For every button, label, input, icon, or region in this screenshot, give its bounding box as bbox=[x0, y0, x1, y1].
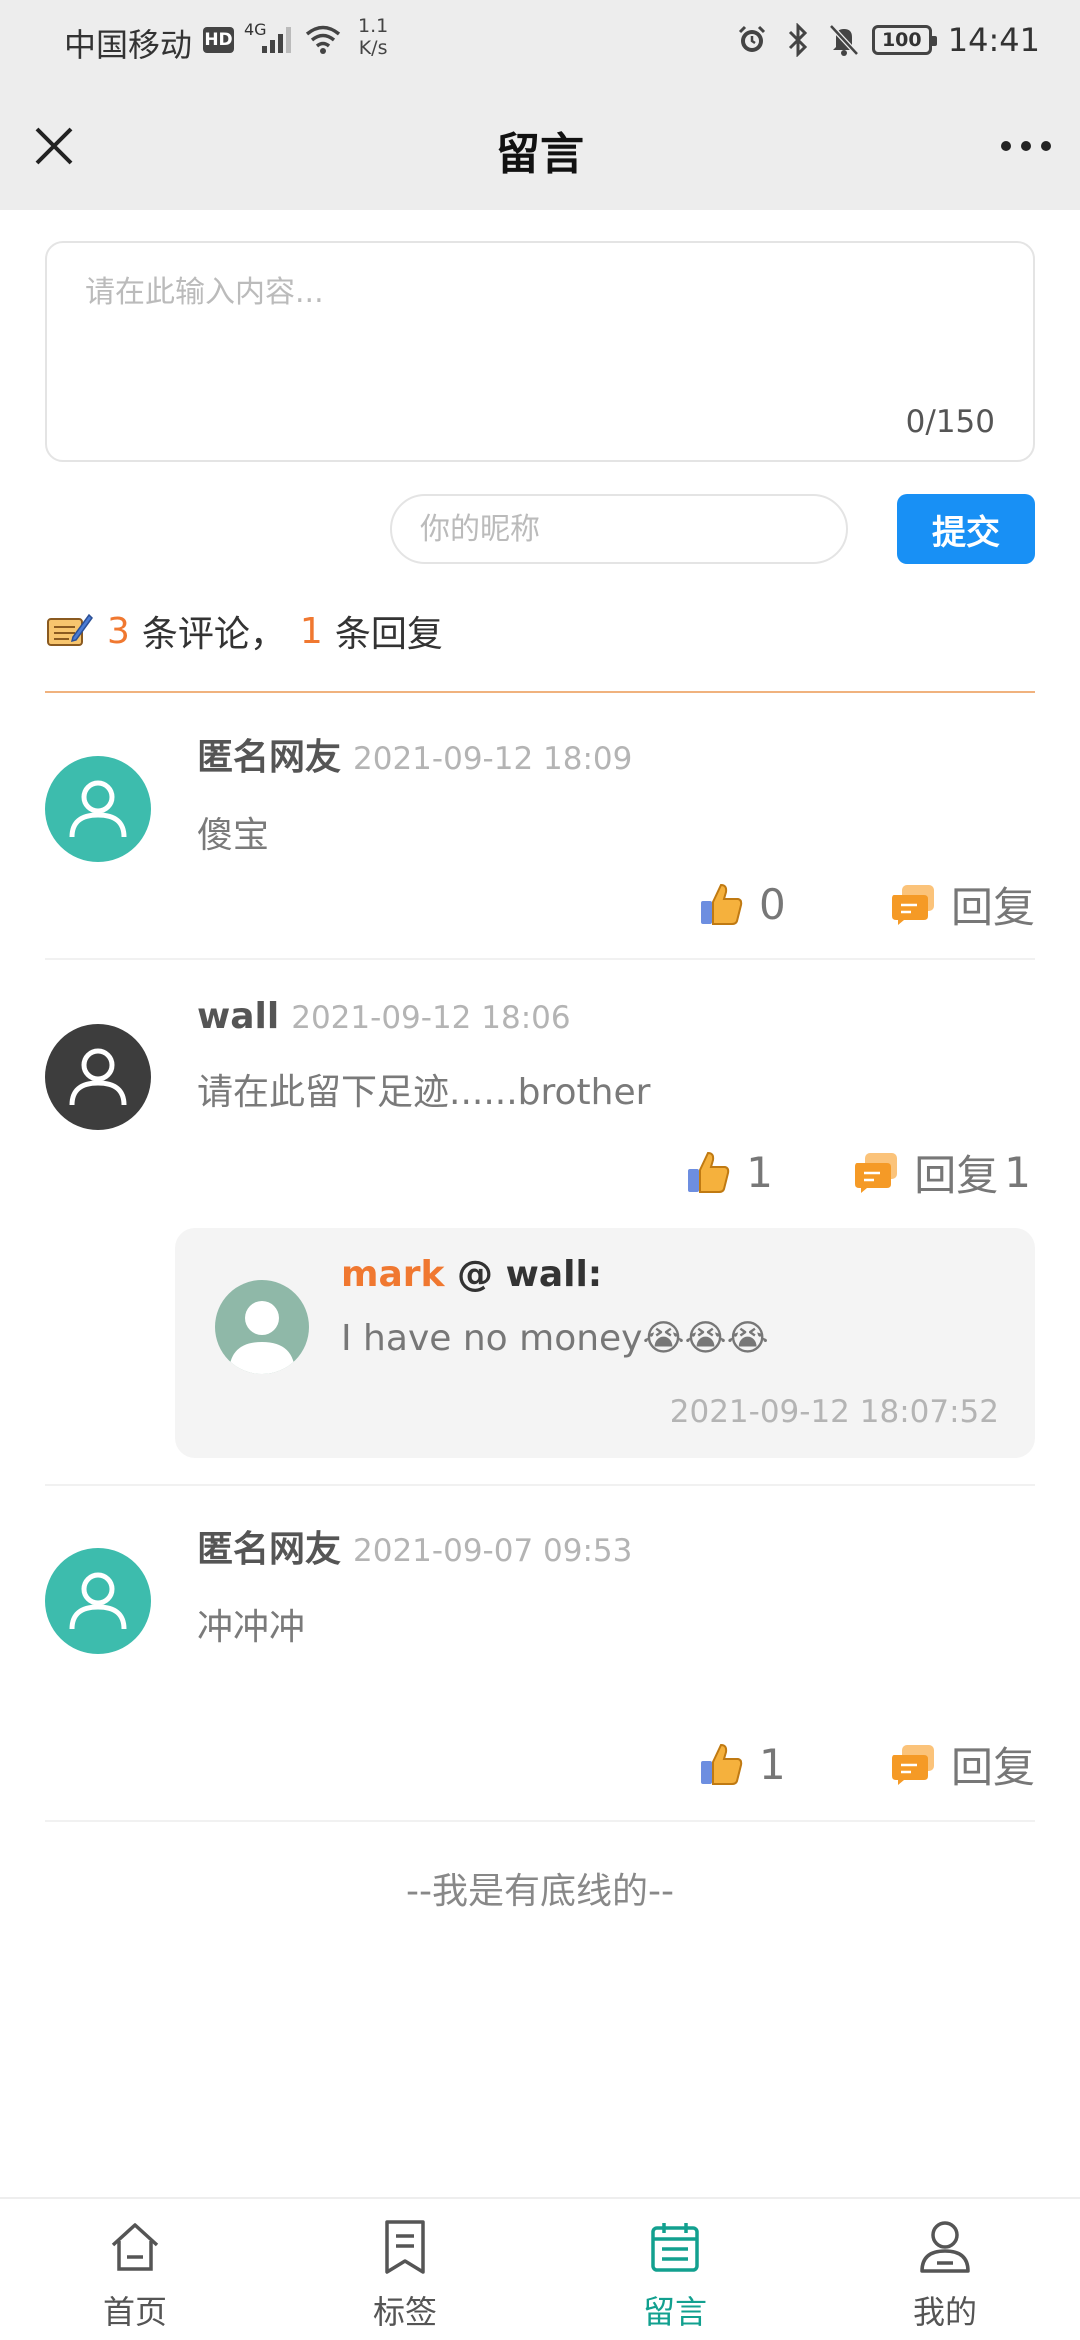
like-count: 0 bbox=[758, 879, 786, 929]
divider bbox=[45, 958, 1035, 960]
comment-time: 2021-09-07 09:53 bbox=[353, 1533, 633, 1569]
comment-item: 匿名网友 2021-09-07 09:53 冲冲冲 1 回复 bbox=[45, 1502, 1035, 1822]
comment-item: wall 2021-09-12 18:06 请在此留下足迹......broth… bbox=[45, 976, 1035, 1486]
reply-time: 2021-09-12 18:07:52 bbox=[669, 1394, 999, 1430]
avatar[interactable] bbox=[45, 1548, 151, 1654]
tab-label: 我的 bbox=[912, 2293, 977, 2331]
reply-label: 回复 bbox=[950, 1742, 1035, 1792]
reply-bubble-icon bbox=[885, 1736, 941, 1792]
clock: 14:41 bbox=[947, 21, 1040, 59]
carrier-name: 中国移动 bbox=[64, 26, 193, 64]
signal-icon bbox=[262, 27, 291, 53]
reply-target: @ wall: bbox=[457, 1254, 603, 1295]
reply-bubble-icon bbox=[885, 876, 941, 932]
tab-messages[interactable]: 留言 bbox=[540, 2199, 810, 2340]
user-icon bbox=[915, 2217, 975, 2277]
reply-avatar[interactable] bbox=[215, 1280, 309, 1374]
reply-label: 回复 bbox=[914, 1150, 999, 1200]
reply-button[interactable]: 回复 bbox=[885, 874, 1035, 935]
comment-text: 傻宝 bbox=[197, 815, 270, 856]
network-speed: 1.1 K/s bbox=[358, 15, 388, 59]
reply-label: 回复 bbox=[950, 882, 1035, 932]
reply-button[interactable]: 回复 bbox=[885, 1734, 1035, 1795]
comment-author: wall bbox=[197, 996, 280, 1037]
comment-count: 3 bbox=[107, 610, 130, 652]
tab-tags[interactable]: 标签 bbox=[270, 2199, 540, 2340]
home-icon bbox=[105, 2217, 165, 2277]
battery-indicator: 100 bbox=[871, 25, 937, 55]
bluetooth-icon bbox=[780, 22, 816, 58]
tab-bar: 首页 标签 留言 我的 bbox=[0, 2197, 1080, 2340]
char-counter: 0/150 bbox=[905, 404, 995, 440]
reply-suffix: 条回复 bbox=[334, 614, 443, 655]
comment-item: 匿名网友 2021-09-12 18:09 傻宝 0 回复 bbox=[45, 710, 1035, 960]
app-header: 留言 bbox=[0, 82, 1080, 210]
reply-author: mark bbox=[341, 1254, 445, 1295]
thumbs-up-icon bbox=[693, 1736, 749, 1792]
comment-author: 匿名网友 bbox=[197, 737, 342, 778]
tab-label: 留言 bbox=[642, 2293, 707, 2331]
battery-level: 100 bbox=[881, 29, 922, 51]
submit-button[interactable]: 提交 bbox=[897, 494, 1035, 564]
nickname-input[interactable] bbox=[390, 494, 848, 564]
reply-bubble-icon bbox=[848, 1144, 904, 1200]
user-avatar-icon bbox=[69, 780, 127, 838]
message-board-icon bbox=[645, 2217, 705, 2277]
wifi-icon bbox=[305, 25, 341, 54]
avatar[interactable] bbox=[45, 756, 151, 862]
comment-author: 匿名网友 bbox=[197, 1529, 342, 1570]
like-button[interactable]: 0 bbox=[693, 876, 885, 932]
comment-time: 2021-09-12 18:06 bbox=[291, 1000, 571, 1036]
more-button[interactable] bbox=[992, 112, 1060, 180]
comment-suffix: 条评论， bbox=[141, 614, 286, 655]
user-avatar-icon bbox=[69, 1572, 127, 1630]
comment-text: 请在此留下足迹......brother bbox=[197, 1072, 651, 1113]
speed-value: 1.1 bbox=[358, 15, 389, 37]
user-avatar-icon bbox=[215, 1280, 309, 1374]
memo-icon bbox=[47, 613, 93, 646]
reply-button[interactable]: 回复 1 bbox=[848, 1142, 1031, 1203]
user-avatar-icon bbox=[69, 1048, 127, 1106]
bookmark-icon bbox=[375, 2217, 435, 2277]
message-input[interactable] bbox=[85, 267, 985, 387]
like-count: 1 bbox=[758, 1739, 786, 1789]
more-icon bbox=[1001, 141, 1051, 151]
comment-stats: 3 条评论， 1 条回复 bbox=[45, 603, 443, 659]
message-box: 0/150 bbox=[45, 241, 1035, 462]
end-of-list-note: --我是有底线的-- bbox=[406, 1871, 674, 1912]
avatar[interactable] bbox=[45, 1024, 151, 1130]
thumbs-up-icon bbox=[693, 876, 749, 932]
comment-time: 2021-09-12 18:09 bbox=[353, 741, 633, 777]
stats-divider bbox=[45, 691, 1035, 693]
tab-home[interactable]: 首页 bbox=[0, 2199, 270, 2340]
comment-text: 冲冲冲 bbox=[197, 1607, 306, 1648]
tab-label: 标签 bbox=[372, 2293, 437, 2331]
reply-count: 1 bbox=[1004, 1147, 1031, 1197]
like-count: 1 bbox=[746, 1147, 773, 1197]
status-bar: 中国移动 HD 4G 1.1 K/s 100 14:41 bbox=[0, 0, 1080, 82]
speed-unit: K/s bbox=[358, 37, 388, 59]
alarm-icon bbox=[734, 22, 770, 58]
tab-label: 首页 bbox=[102, 2293, 167, 2331]
divider bbox=[45, 1820, 1035, 1822]
like-button[interactable]: 1 bbox=[693, 1736, 885, 1792]
reply-item: mark @ wall: I have no money😭😭😭 2021-09-… bbox=[175, 1228, 1035, 1458]
page-title: 留言 bbox=[496, 129, 584, 180]
reply-count: 1 bbox=[299, 610, 323, 652]
tab-profile[interactable]: 我的 bbox=[810, 2199, 1080, 2340]
like-button[interactable]: 1 bbox=[680, 1144, 848, 1200]
mute-bell-icon bbox=[826, 22, 862, 58]
reply-text: I have no money😭😭😭 bbox=[341, 1318, 769, 1359]
hd-badge: HD bbox=[203, 27, 234, 53]
thumbs-up-icon bbox=[680, 1144, 736, 1200]
divider bbox=[45, 1484, 1035, 1486]
